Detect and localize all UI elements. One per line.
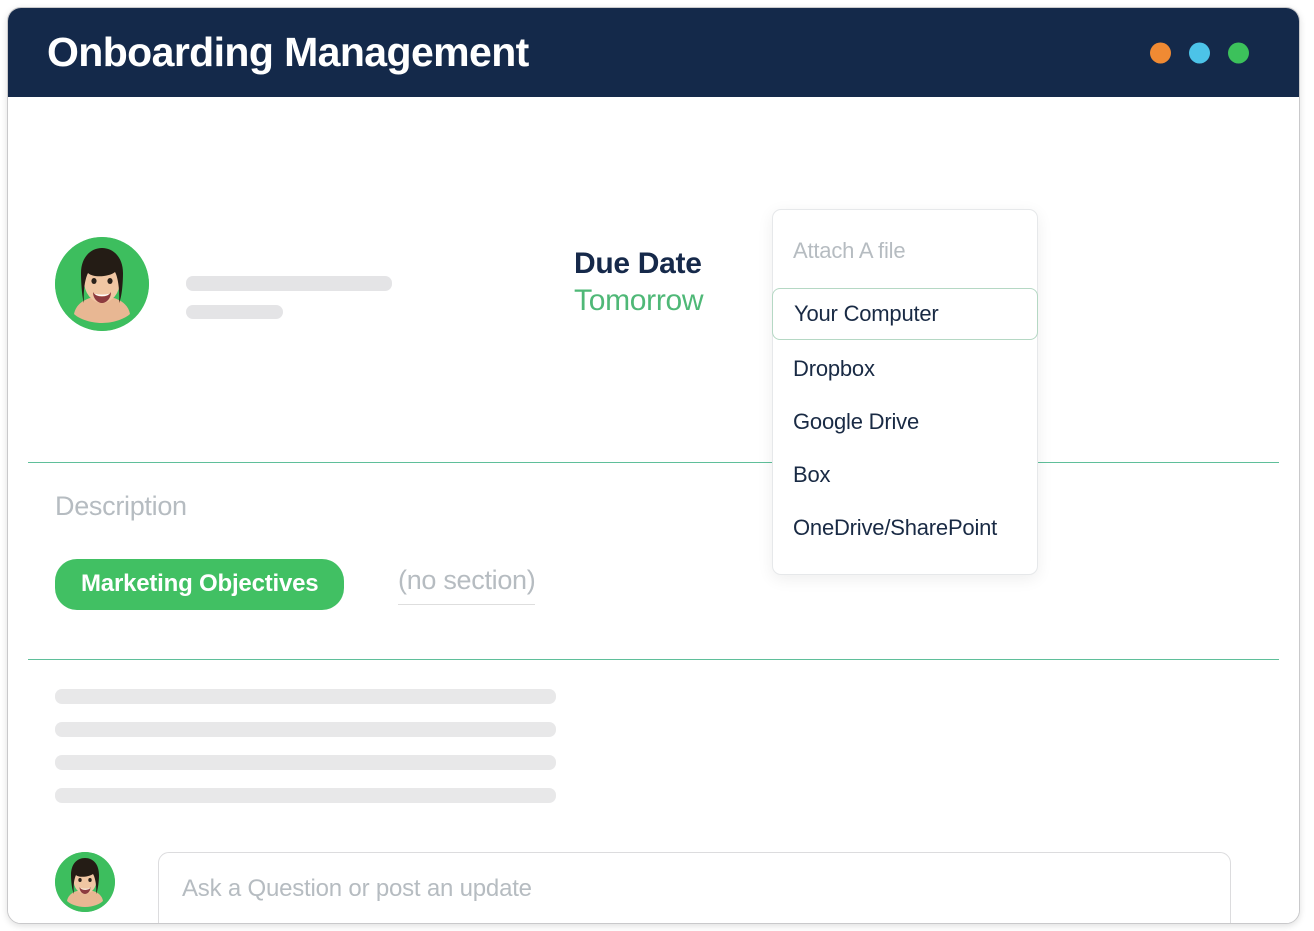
skeleton-bar (55, 689, 556, 704)
comment-input-placeholder: Ask a Question or post an update (182, 875, 532, 902)
attach-file-title: Attach A file (793, 238, 906, 263)
comment-input[interactable]: Ask a Question or post an update (158, 852, 1231, 923)
due-date-label: Due Date (574, 247, 702, 280)
skeleton-bar (55, 722, 556, 737)
assignee-name-placeholder (186, 276, 392, 291)
description-body-placeholder (55, 689, 556, 803)
attach-file-dropdown: Attach A file Your Computer Dropbox Goog… (772, 209, 1038, 575)
assignee-subtitle-placeholder (186, 305, 283, 319)
attach-option-google-drive[interactable]: Google Drive (773, 398, 1037, 446)
current-user-avatar[interactable] (55, 852, 115, 912)
project-tag-badge[interactable]: Marketing Objectives (55, 559, 345, 610)
window-titlebar: Onboarding Management (8, 8, 1299, 97)
description-label: Description (55, 491, 187, 521)
section-selector[interactable]: (no section) (398, 565, 536, 605)
page-title: Onboarding Management (47, 29, 529, 75)
attach-option-box[interactable]: Box (773, 451, 1037, 499)
due-date-value[interactable]: Tomorrow (574, 283, 704, 320)
section-divider-top (28, 462, 1279, 463)
task-header-row: Due Date Tomorrow (55, 237, 1299, 347)
close-dot[interactable] (1228, 42, 1249, 63)
section-divider-bottom (28, 659, 1279, 660)
minimize-dot[interactable] (1150, 42, 1171, 63)
attach-option-your-computer[interactable]: Your Computer (772, 288, 1038, 340)
maximize-dot[interactable] (1189, 42, 1210, 63)
app-window: Onboarding Management Due Date Tomorrow … (7, 7, 1300, 924)
task-detail-panel: Due Date Tomorrow Attach A file Your Com… (8, 97, 1299, 923)
skeleton-bar (55, 788, 556, 803)
assignee-avatar[interactable] (55, 237, 149, 331)
due-date-block[interactable]: Due Date Tomorrow (574, 246, 704, 320)
attach-option-onedrive[interactable]: OneDrive/SharePoint (773, 504, 1037, 552)
skeleton-bar (55, 755, 556, 770)
attach-option-dropbox[interactable]: Dropbox (773, 345, 1037, 393)
window-controls (1150, 42, 1249, 63)
